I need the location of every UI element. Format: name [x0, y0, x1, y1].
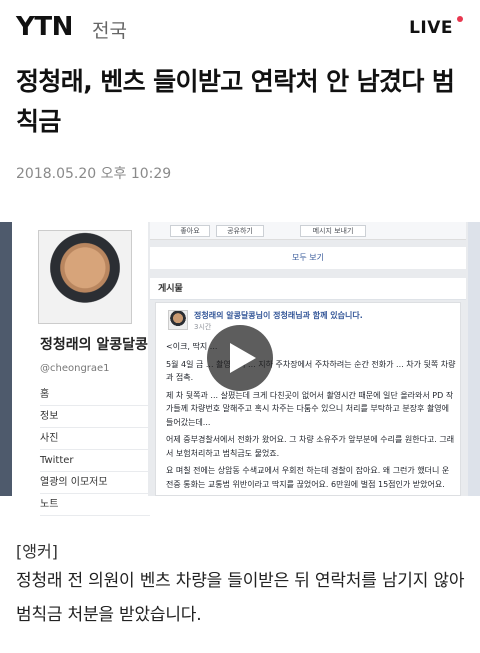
post-line: 어제 중부경찰서에서 전화가 왔어요. 그 차량 소유주가 앞부분에 수리를 원…	[166, 435, 455, 458]
top-bar: YTN 전국 LIVE	[0, 0, 480, 52]
fb-feed-header: 게시물	[150, 278, 466, 300]
post-time: 3시간	[194, 323, 212, 331]
post-line: 요 며칠 전에는 상암동 수색교에서 우회전 하는데 경찰이 잡아요. 왜 그런…	[166, 466, 450, 489]
article-headline: 정청래, 벤츠 들이받고 연락처 안 남겼다 범칙금	[16, 67, 455, 136]
post-author: 정청래의 알콩달콩님이 정청래님과 함께 있습니다.	[194, 311, 363, 320]
nav-item-home: 홈	[40, 384, 150, 406]
article-date: 2018.05.20 오후 10:29	[16, 166, 172, 182]
nav-item-info: 정보	[40, 406, 150, 428]
profile-handle: @cheongrae1	[40, 363, 110, 374]
play-button[interactable]	[207, 325, 273, 391]
nav-item-notes: 노트	[40, 494, 150, 516]
anchor-tag: [앵커]	[16, 542, 58, 561]
profile-name: 정청래의 알콩달콩	[40, 337, 148, 353]
live-button[interactable]: LIVE	[409, 18, 453, 38]
profile-photo	[38, 230, 132, 324]
ytn-logo[interactable]: YTN	[16, 12, 73, 42]
article-body: 정청래 전 의원이 벤츠 차량을 들이받은 뒤 연락처를 남기지 않아 범칙금 …	[16, 571, 465, 625]
fb-message-button: 메시지 보내기	[300, 225, 366, 237]
section-label[interactable]: 전국	[92, 16, 127, 43]
fb-share-button: 공유하기	[216, 225, 264, 237]
nav-item-photos: 사진	[40, 428, 150, 450]
play-icon	[229, 343, 256, 373]
post-avatar	[168, 310, 188, 330]
live-dot-icon	[457, 16, 463, 22]
screenshot-edge	[0, 222, 12, 496]
fb-like-button: 좋아요	[170, 225, 210, 237]
profile-nav: 홈 정보 사진 Twitter 열광의 이모저모 노트	[40, 384, 150, 516]
nav-item-twitter: Twitter	[40, 450, 150, 472]
nav-item-misc: 열광의 이모저모	[40, 472, 150, 494]
fb-see-all: 모두 보기	[150, 247, 466, 269]
post-line: 제 차 뒷쪽과 ... 살폈는데 크게 다친곳이 없어서 촬영시간 때문에 일단…	[166, 390, 454, 427]
